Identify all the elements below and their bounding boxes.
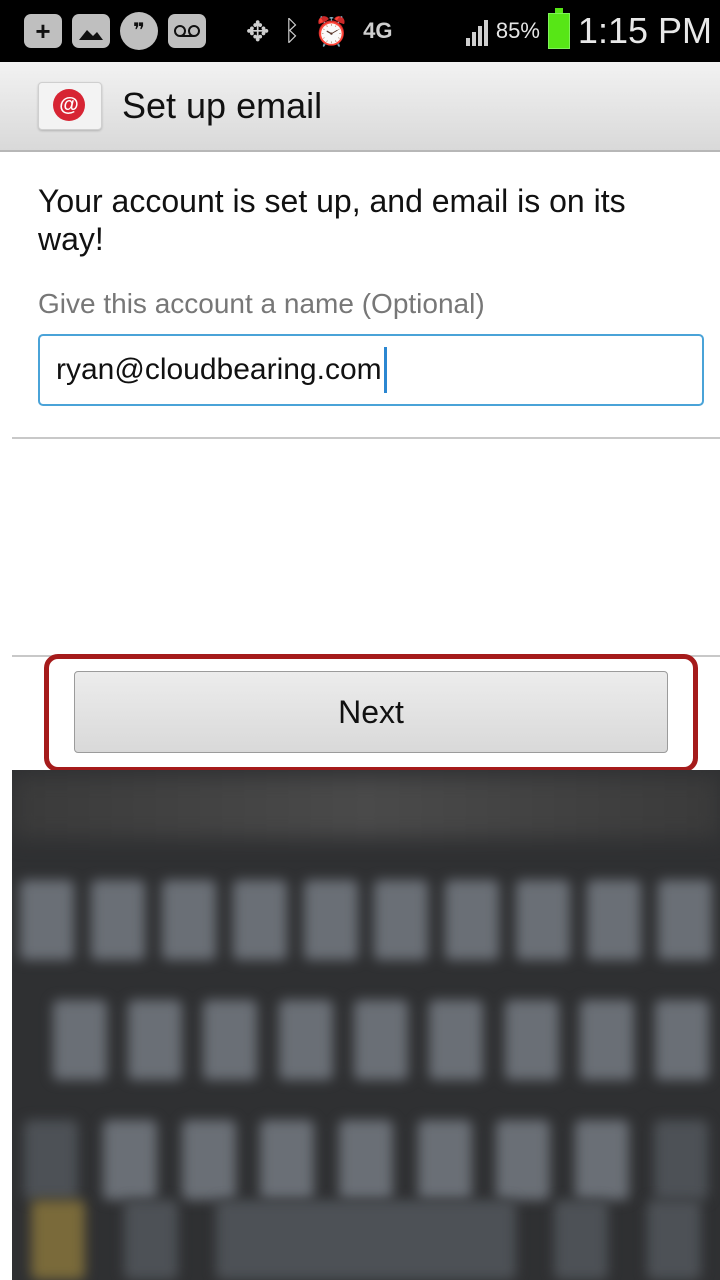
clock: 1:15 PM	[577, 10, 712, 51]
keyboard-row-1	[12, 880, 720, 960]
at-sign-icon: @	[53, 89, 85, 121]
alarm-icon: ⏰	[314, 15, 350, 47]
account-name-label: Give this account a name (Optional)	[38, 288, 485, 319]
voicemail-icon	[168, 14, 206, 48]
account-name-value: ryan@cloudbearing.com	[56, 353, 382, 386]
network-4g-icon: 4G	[363, 18, 393, 43]
keyboard-row-3	[12, 1120, 720, 1200]
text-cursor	[383, 347, 387, 393]
keyboard-row-2	[12, 1000, 720, 1080]
notification-icons: + ❞	[24, 12, 206, 50]
divider-top	[12, 437, 720, 439]
setup-complete-message: Your account is set up, and email is on …	[38, 183, 626, 257]
next-button-highlight	[44, 654, 698, 772]
action-bar: @ Set up email	[0, 62, 720, 152]
signal-icon	[465, 16, 488, 46]
battery-percent: 85%	[495, 18, 540, 43]
account-name-input[interactable]: ryan@cloudbearing.com	[38, 334, 704, 406]
add-icon: +	[24, 14, 62, 48]
status-bar: + ❞ ✥ ᛒ ⏰ 4G 85% 1:15 PM	[0, 0, 720, 62]
email-app-icon: @	[38, 82, 102, 130]
keyboard-suggestion-bar	[12, 776, 720, 838]
soft-keyboard[interactable]	[12, 770, 720, 1280]
image-icon	[72, 14, 110, 48]
location-target-icon: ✥	[246, 15, 270, 47]
bluetooth-icon: ᛒ	[283, 15, 301, 46]
status-right: 85% 1:15 PM	[465, 8, 712, 52]
hangouts-icon: ❞	[120, 12, 158, 50]
battery-icon	[547, 8, 570, 49]
keyboard-row-4	[12, 1200, 720, 1280]
system-icons: ✥ ᛒ ⏰ 4G	[246, 15, 393, 48]
page-title: Set up email	[122, 85, 323, 126]
